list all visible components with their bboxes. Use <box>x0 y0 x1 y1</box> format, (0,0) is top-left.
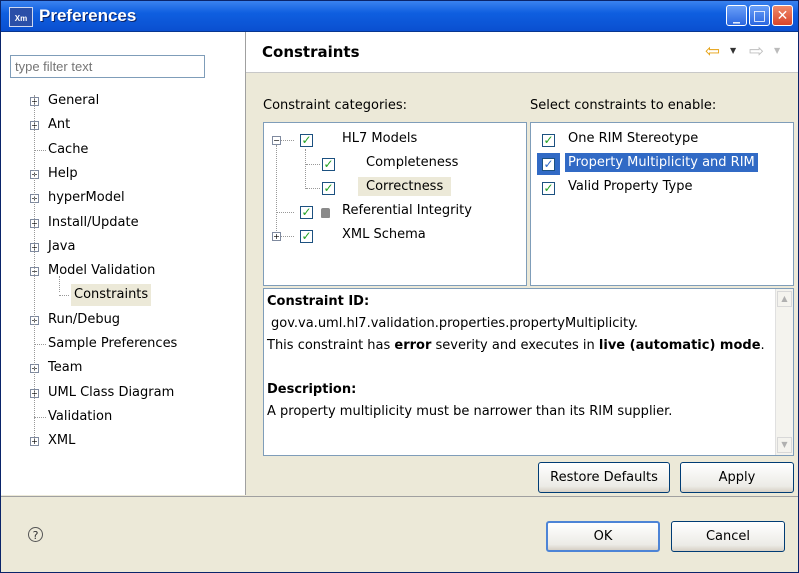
tree-item[interactable]: hyperModel <box>48 187 125 209</box>
cancel-button[interactable]: Cancel <box>671 521 785 552</box>
title-bar[interactable]: Xm Preferences _ □ ✕ <box>1 1 798 32</box>
tree-item[interactable]: UML Class Diagram <box>48 382 174 404</box>
severity-text: This constraint has error severity and e… <box>267 338 765 353</box>
categories-label: Constraint categories: <box>263 98 408 113</box>
tree-item[interactable]: Validation <box>48 406 112 428</box>
preference-page: Constraints ⇦ ▼ ⇨ ▼ Constraint categorie… <box>246 32 798 495</box>
tree-item[interactable]: General <box>48 90 99 112</box>
window-title: Preferences <box>39 6 137 25</box>
tree-item[interactable]: Install/Update <box>48 212 139 234</box>
back-icon[interactable]: ⇦ <box>705 41 720 62</box>
lock-icon <box>321 208 330 218</box>
description-value: A property multiplicity must be narrower… <box>267 404 673 419</box>
maximize-button[interactable]: □ <box>749 5 770 26</box>
app-icon: Xm <box>9 7 33 27</box>
minimize-button[interactable]: _ <box>726 5 747 26</box>
tree-item[interactable]: Ant <box>48 114 70 136</box>
forward-icon[interactable]: ⇨ <box>749 41 764 62</box>
xml-schema-expander[interactable]: + <box>272 232 281 241</box>
restore-defaults-button[interactable]: Restore Defaults <box>538 462 670 493</box>
tree-item[interactable]: Team <box>48 357 82 379</box>
forward-dropdown-icon[interactable]: ▼ <box>774 46 780 55</box>
tree-item[interactable]: Cache <box>48 139 88 161</box>
constraint-checkbox[interactable]: ✓ <box>542 182 555 195</box>
tree-item[interactable]: Help <box>48 163 78 185</box>
constraint-checkbox[interactable]: ✓ <box>542 134 555 147</box>
category-label[interactable]: XML Schema <box>342 227 426 242</box>
apply-button[interactable]: Apply <box>680 462 794 493</box>
category-checkbox[interactable]: ✓ <box>300 230 313 243</box>
scroll-down-icon[interactable]: ▼ <box>777 437 792 453</box>
tree-item[interactable]: Model Validation <box>48 260 155 282</box>
constraint-checkbox[interactable]: ✓ <box>542 158 555 171</box>
constraint-label[interactable]: Valid Property Type <box>568 179 692 194</box>
category-label[interactable]: Completeness <box>366 155 458 170</box>
detail-text: Constraint ID: gov.va.uml.hl7.validation… <box>267 291 767 423</box>
constraint-id-value: gov.va.uml.hl7.validation.properties.pro… <box>271 316 639 331</box>
dialog-footer: ? OK Cancel <box>1 496 798 572</box>
category-label[interactable]: HL7 Models <box>342 131 417 146</box>
tree-item[interactable]: Sample Preferences <box>48 333 177 355</box>
ok-button[interactable]: OK <box>546 521 660 552</box>
back-dropdown-icon[interactable]: ▼ <box>730 46 736 55</box>
constraint-label[interactable]: One RIM Stereotype <box>568 131 698 146</box>
category-label[interactable]: Referential Integrity <box>342 203 472 218</box>
filter-input[interactable] <box>10 55 205 78</box>
category-checkbox[interactable]: ✓ <box>300 206 313 219</box>
description-heading: Description: <box>267 382 357 397</box>
category-label-selected[interactable]: Correctness <box>358 177 452 196</box>
page-title: Constraints <box>262 43 360 61</box>
constraints-label: Select constraints to enable: <box>530 98 717 113</box>
constraint-label-selected[interactable]: Property Multiplicity and RIM <box>565 153 758 172</box>
close-button[interactable]: ✕ <box>772 5 793 26</box>
category-checkbox[interactable]: ✓ <box>322 182 335 195</box>
preferences-window: Xm Preferences _ □ ✕ +General+AntCache+H… <box>0 0 799 573</box>
page-header: Constraints ⇦ ▼ ⇨ ▼ <box>246 32 798 73</box>
detail-scrollbar[interactable]: ▲ ▼ <box>775 289 793 455</box>
category-checkbox[interactable]: ✓ <box>322 158 335 171</box>
constraint-id-heading: Constraint ID: <box>267 294 370 309</box>
tree-item[interactable]: Java <box>48 236 75 258</box>
constraint-detail: Constraint ID: gov.va.uml.hl7.validation… <box>263 288 794 456</box>
tree-item[interactable]: Run/Debug <box>48 309 120 331</box>
hl7-expander[interactable]: − <box>272 136 281 145</box>
constraints-list: ✓ One RIM Stereotype ✓ Property Multipli… <box>530 122 794 286</box>
category-checkbox[interactable]: ✓ <box>300 134 313 147</box>
tree-item-selected[interactable]: Constraints <box>71 284 152 306</box>
scroll-up-icon[interactable]: ▲ <box>777 291 792 307</box>
categories-tree: − ✓ HL7 Models ✓ Completeness ✓ Correctn… <box>263 122 527 286</box>
help-icon[interactable]: ? <box>28 527 43 542</box>
tree-item[interactable]: XML <box>48 430 75 452</box>
